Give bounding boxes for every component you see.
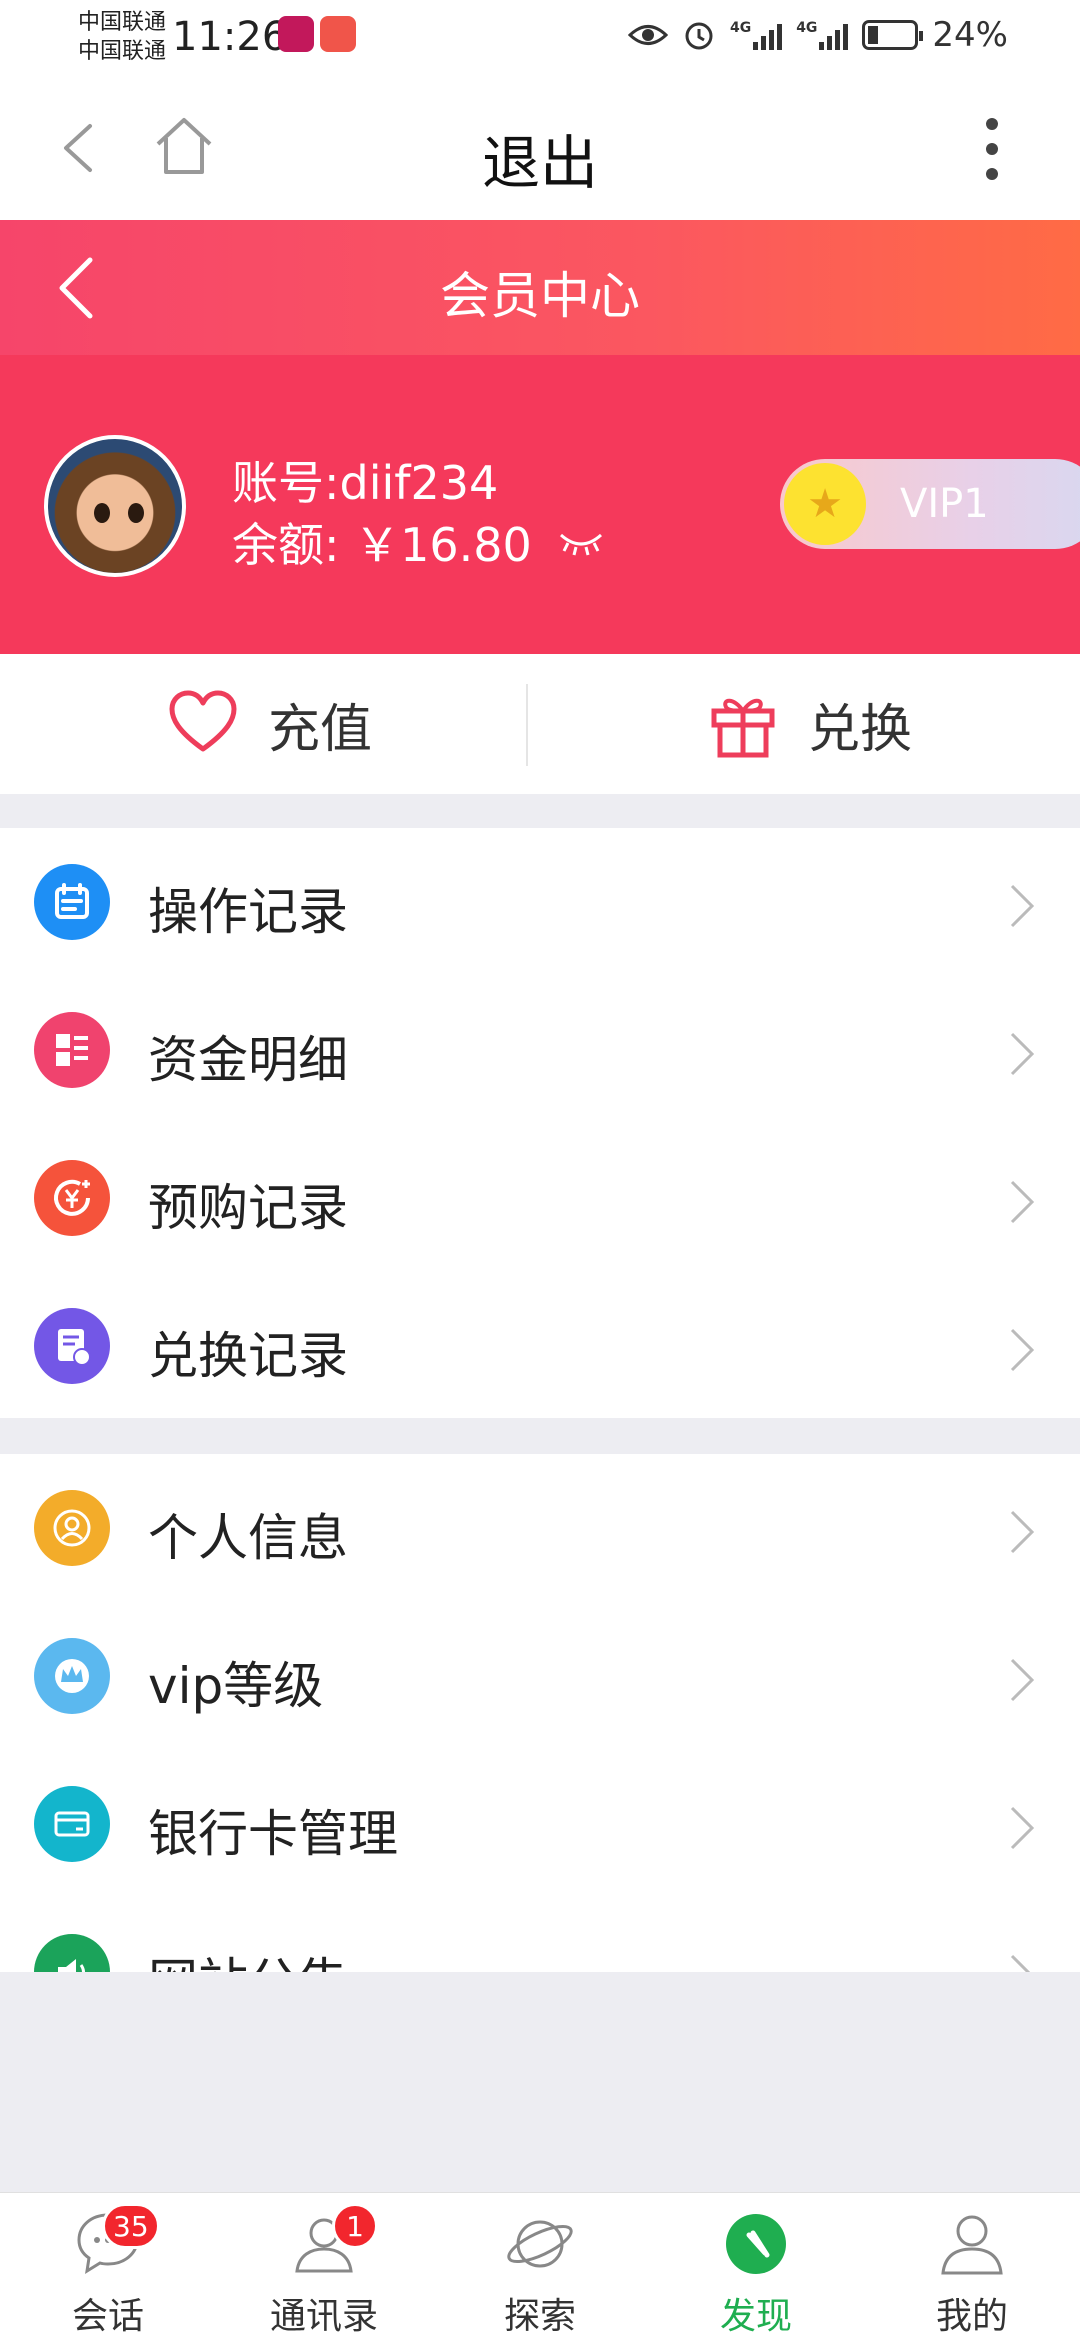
tab-label: 通讯录 [269, 2296, 378, 2337]
chevron-right-icon [1010, 1806, 1035, 1850]
crown-icon [34, 1638, 110, 1714]
menu-item-exchange-records[interactable]: 兑换记录 [0, 1272, 1080, 1420]
contacts-badge: 1 [332, 2203, 378, 2249]
status-bar: 中国联通 中国联通 11:26 4G 4G 24% [0, 0, 1080, 76]
action-divider [526, 684, 528, 766]
tab-discover[interactable]: 发现 [648, 2193, 864, 2340]
menu-label: 资金明细 [148, 1031, 348, 1089]
chevron-right-icon [1010, 884, 1035, 928]
menu-item-operation-records[interactable]: 操作记录 [0, 828, 1080, 976]
recharge-label: 充值 [267, 699, 372, 760]
battery-percent: 24% [932, 15, 1008, 55]
vip-badge[interactable]: ★ VIP1 [780, 459, 1080, 549]
yuan-plus-icon [34, 1160, 110, 1236]
chevron-right-icon [1010, 1954, 1031, 1972]
menu-label: vip等级 [148, 1657, 324, 1715]
menu-item-vip-level[interactable]: vip等级 [0, 1602, 1080, 1750]
heart-icon [169, 690, 237, 752]
chevron-right-icon [1010, 1328, 1035, 1372]
profile-card: 账号:diif234 余额: ￥16.80 ★ VIP1 [0, 355, 1080, 654]
menu-label: 操作记录 [148, 883, 348, 941]
account-menu: 个人信息 vip等级 银行卡管理 网站公告 [0, 1454, 1080, 1972]
menu-label: 兑换记录 [148, 1327, 348, 1385]
tab-me[interactable]: 我的 [864, 2193, 1080, 2340]
tab-chat[interactable]: 35 会话 [0, 2193, 216, 2340]
notification-app-icon [278, 16, 314, 52]
status-indicators: 4G 4G 24% [627, 10, 1008, 60]
tab-explore[interactable]: 探索 [432, 2193, 648, 2340]
balance-amount: 余额: ￥16.80 [232, 518, 532, 572]
eye-comfort-icon [627, 25, 668, 45]
menu-item-fund-details[interactable]: 资金明细 [0, 976, 1080, 1124]
calendar-icon [34, 864, 110, 940]
page-title[interactable]: 退出 [0, 116, 1080, 200]
hide-balance-icon[interactable] [558, 527, 604, 557]
menu-item-announcements[interactable]: 网站公告 [0, 1898, 1080, 1972]
member-center-header: 会员中心 [0, 220, 1080, 355]
member-center-title: 会员中心 [440, 267, 640, 325]
top-navigation-bar: 退出 [0, 76, 1080, 220]
tab-label: 探索 [503, 2296, 576, 2337]
records-menu: 操作记录 资金明细 预购记录 兑换记录 [0, 828, 1080, 1418]
tab-contacts[interactable]: 1 通讯录 [216, 2193, 432, 2340]
user-circle-icon [34, 1490, 110, 1566]
alarm-icon [685, 22, 713, 50]
chevron-right-icon [1010, 1510, 1035, 1554]
menu-item-preorder-records[interactable]: 预购记录 [0, 1124, 1080, 1272]
action-row: 充值 兑换 [0, 654, 1080, 794]
menu-item-personal-info[interactable]: 个人信息 [0, 1454, 1080, 1602]
clock: 11:26 [172, 14, 288, 60]
tab-label: 会话 [71, 2296, 144, 2337]
tab-label: 发现 [719, 2296, 792, 2337]
compass-icon [726, 2214, 786, 2274]
recharge-button[interactable]: 充值 [0, 654, 540, 794]
vip-level-label: VIP1 [900, 481, 989, 527]
grid-list-icon [34, 1012, 110, 1088]
battery-icon [862, 20, 924, 50]
avatar[interactable] [44, 435, 186, 577]
menu-label: 网站公告 [148, 1942, 348, 1972]
bank-card-icon [34, 1786, 110, 1862]
carrier-2: 中国联通 [78, 39, 167, 64]
menu-item-bank-card[interactable]: 银行卡管理 [0, 1750, 1080, 1898]
more-options-icon[interactable] [980, 116, 1004, 182]
exchange-button[interactable]: 兑换 [540, 654, 1080, 794]
profile-icon [941, 2215, 1003, 2275]
menu-label: 个人信息 [148, 1509, 348, 1567]
network-signal-2: 4G [796, 20, 849, 50]
shopping-app-icon [320, 16, 356, 52]
exchange-label: 兑换 [807, 699, 912, 760]
chevron-right-icon [1010, 1180, 1035, 1224]
speaker-icon [34, 1934, 110, 1972]
chat-badge: 35 [102, 2203, 160, 2249]
balance-row: 余额: ￥16.80 [232, 509, 604, 575]
menu-label: 预购记录 [148, 1179, 348, 1237]
menu-label: 银行卡管理 [148, 1805, 398, 1863]
bottom-tab-bar: 35 会话 1 通讯录 探索 发现 我的 [0, 2192, 1080, 2340]
gift-icon [711, 698, 775, 758]
chevron-right-icon [1010, 1032, 1035, 1076]
star-icon: ★ [784, 463, 866, 545]
network-signal-1: 4G [729, 20, 783, 50]
account-id: 账号:diif234 [232, 456, 499, 510]
chevron-right-icon [1010, 1658, 1035, 1702]
tab-label: 我的 [935, 2296, 1008, 2337]
network-type-1: 4G [729, 20, 752, 36]
carrier-info: 中国联通 中国联通 [78, 8, 166, 66]
document-exchange-icon [34, 1308, 110, 1384]
planet-icon [507, 2220, 573, 2268]
network-type-2: 4G [796, 20, 818, 36]
carrier-1: 中国联通 [78, 10, 167, 35]
